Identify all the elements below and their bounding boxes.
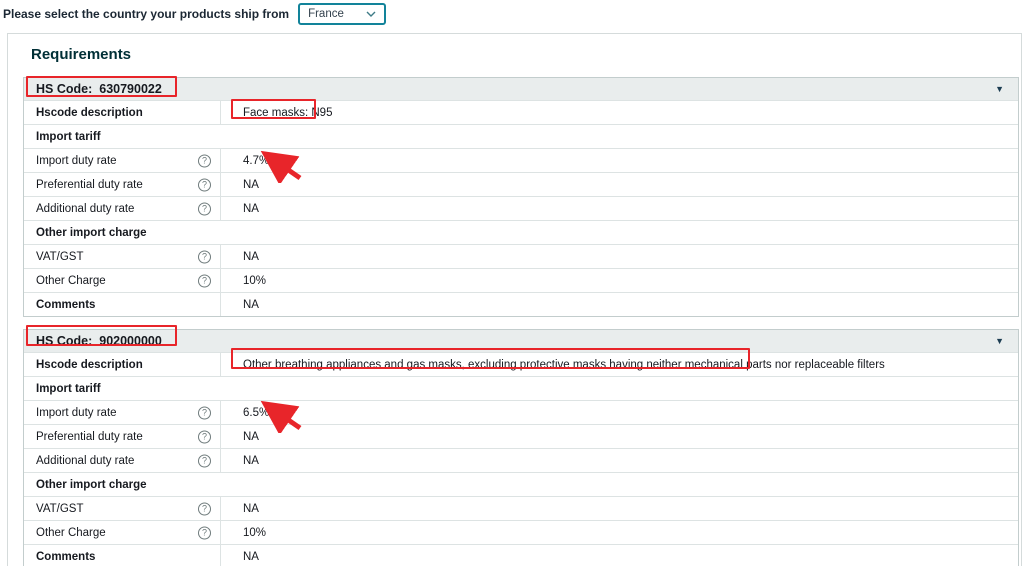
- row-label: VAT/GST: [36, 251, 84, 263]
- row-value: Other breathing appliances and gas masks…: [221, 353, 1018, 376]
- row-label: Import duty rate: [36, 407, 117, 419]
- row-label: Comments: [24, 293, 221, 316]
- row-label: VAT/GST: [36, 503, 84, 515]
- table-row: VAT/GST ? NA: [24, 496, 1018, 520]
- collapse-caret-icon[interactable]: ▼: [995, 337, 1004, 346]
- row-label: Additional duty rate: [36, 203, 134, 215]
- table-row: Comments NA: [24, 544, 1018, 566]
- row-value: NA: [221, 545, 1018, 566]
- row-label: Other Charge: [36, 527, 106, 539]
- row-label: Hscode description: [24, 101, 221, 124]
- hs-code-label: HS Code:: [36, 334, 92, 348]
- page-title: Requirements: [31, 46, 1021, 63]
- row-value: NA: [221, 449, 1018, 472]
- row-label: Comments: [24, 545, 221, 566]
- section-row: Other import charge: [24, 220, 1018, 244]
- ship-from-label: Please select the country your products …: [3, 7, 289, 21]
- section-label: Import tariff: [24, 377, 1018, 400]
- ship-from-bar: Please select the country your products …: [3, 3, 386, 25]
- row-label: Additional duty rate: [36, 455, 134, 467]
- row-label: Other Charge: [36, 275, 106, 287]
- help-icon[interactable]: ?: [198, 154, 211, 167]
- collapse-caret-icon[interactable]: ▼: [995, 85, 1004, 94]
- table-row: Import duty rate ? 4.7%: [24, 148, 1018, 172]
- section-row: Import tariff: [24, 124, 1018, 148]
- row-value: 10%: [221, 521, 1018, 544]
- row-value: NA: [221, 197, 1018, 220]
- hs-code-value: 902000000: [99, 334, 162, 348]
- table-row: Preferential duty rate ? NA: [24, 172, 1018, 196]
- row-value: 6.5%: [221, 401, 1018, 424]
- row-value: 4.7%: [221, 149, 1018, 172]
- table-row: VAT/GST ? NA: [24, 244, 1018, 268]
- help-icon[interactable]: ?: [198, 274, 211, 287]
- help-icon[interactable]: ?: [198, 250, 211, 263]
- row-label: Hscode description: [24, 353, 221, 376]
- help-icon[interactable]: ?: [198, 526, 211, 539]
- row-value: 10%: [221, 269, 1018, 292]
- section-row: Other import charge: [24, 472, 1018, 496]
- chevron-down-icon: [366, 11, 376, 17]
- hs-code-header[interactable]: HS Code: 630790022 ▼: [24, 78, 1018, 100]
- row-label: Import duty rate: [36, 155, 117, 167]
- country-select[interactable]: France: [298, 3, 386, 25]
- row-value: NA: [221, 173, 1018, 196]
- section-row: Import tariff: [24, 376, 1018, 400]
- hs-code-table-630790022: HS Code: 630790022 ▼ Hscode description …: [23, 77, 1019, 317]
- table-row: Hscode description Other breathing appli…: [24, 352, 1018, 376]
- row-value: NA: [221, 425, 1018, 448]
- help-icon[interactable]: ?: [198, 178, 211, 191]
- help-icon[interactable]: ?: [198, 406, 211, 419]
- country-select-value: France: [308, 8, 344, 20]
- row-value: NA: [221, 497, 1018, 520]
- hs-code-table-902000000: HS Code: 902000000 ▼ Hscode description …: [23, 329, 1019, 566]
- table-row: Preferential duty rate ? NA: [24, 424, 1018, 448]
- table-row: Import duty rate ? 6.5%: [24, 400, 1018, 424]
- hs-code-label: HS Code:: [36, 82, 92, 96]
- row-value: NA: [221, 245, 1018, 268]
- help-icon[interactable]: ?: [198, 502, 211, 515]
- help-icon[interactable]: ?: [198, 430, 211, 443]
- requirements-panel: Requirements HS Code: 630790022 ▼ Hscode…: [7, 33, 1022, 566]
- help-icon[interactable]: ?: [198, 454, 211, 467]
- table-row: Other Charge ? 10%: [24, 520, 1018, 544]
- hs-code-header[interactable]: HS Code: 902000000 ▼: [24, 330, 1018, 352]
- help-icon[interactable]: ?: [198, 202, 211, 215]
- table-row: Additional duty rate ? NA: [24, 448, 1018, 472]
- section-label: Import tariff: [24, 125, 1018, 148]
- table-row: Other Charge ? 10%: [24, 268, 1018, 292]
- row-label: Preferential duty rate: [36, 179, 143, 191]
- table-row: Additional duty rate ? NA: [24, 196, 1018, 220]
- row-value: NA: [221, 293, 1018, 316]
- section-label: Other import charge: [24, 221, 1018, 244]
- table-row: Hscode description Face masks: N95: [24, 100, 1018, 124]
- row-value: Face masks: N95: [221, 101, 1018, 124]
- row-label: Preferential duty rate: [36, 431, 143, 443]
- hs-code-value: 630790022: [99, 82, 162, 96]
- section-label: Other import charge: [24, 473, 1018, 496]
- table-row: Comments NA: [24, 292, 1018, 316]
